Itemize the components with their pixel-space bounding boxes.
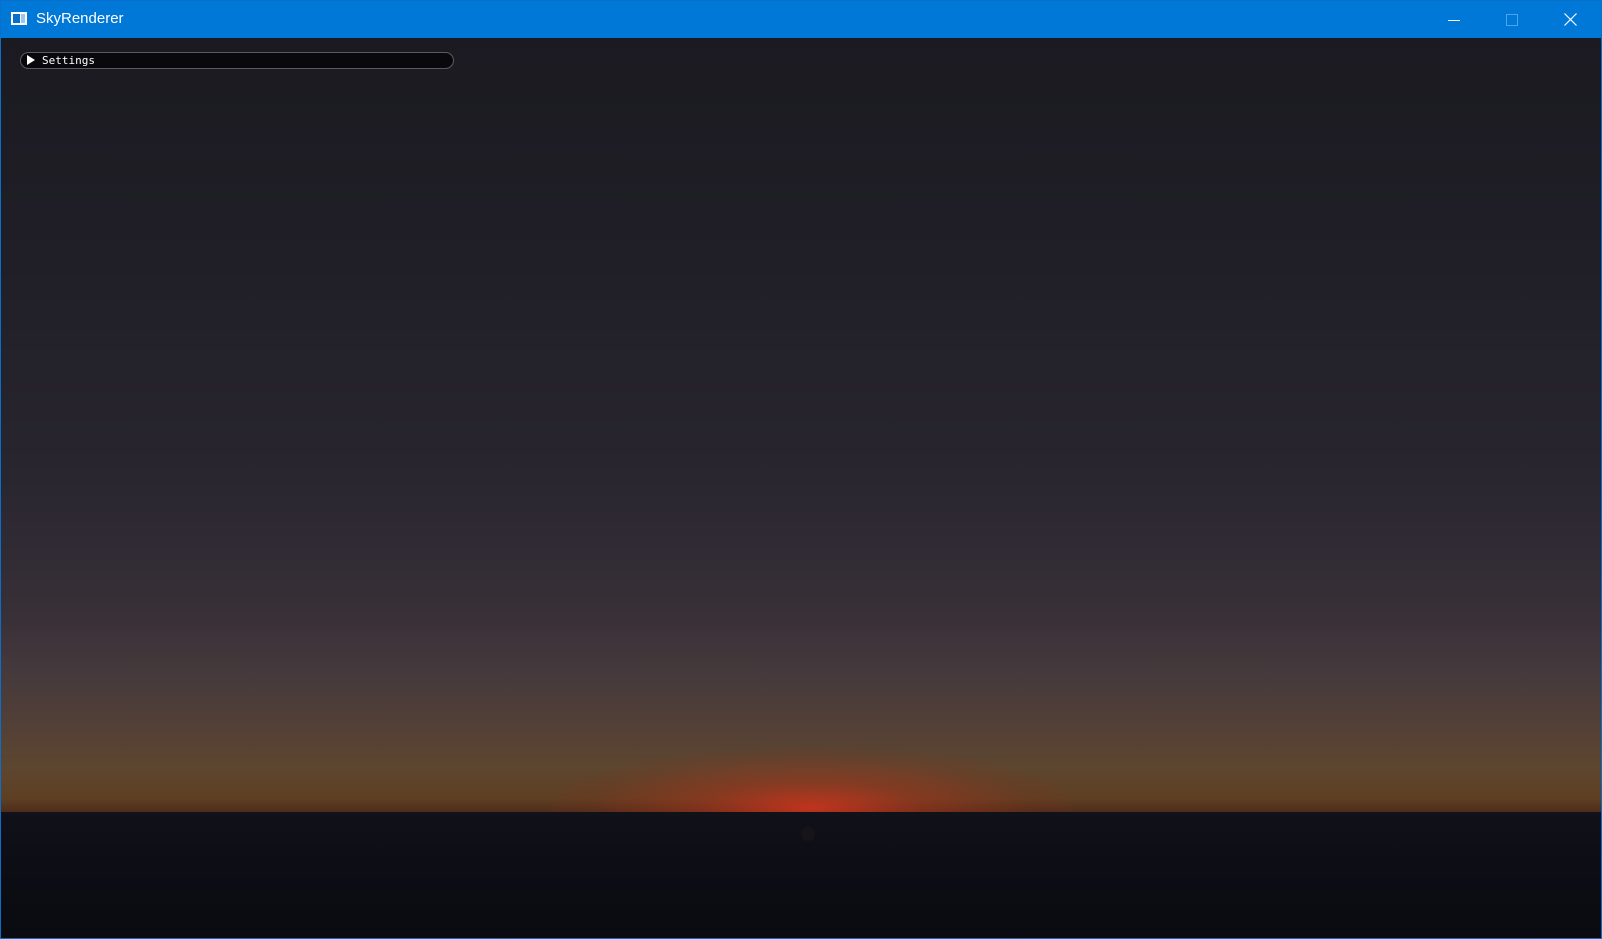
title-bar[interactable]: SkyRenderer [1, 1, 1601, 38]
app-window-icon [11, 12, 27, 25]
maximize-button[interactable] [1483, 1, 1541, 38]
sun-disc [801, 827, 815, 841]
settings-label: Settings [42, 54, 95, 67]
sky-render-viewport[interactable] [1, 38, 1601, 938]
app-window: SkyRenderer Settings [0, 0, 1602, 939]
close-icon [1563, 13, 1577, 26]
minimize-button[interactable] [1425, 1, 1483, 38]
minimize-icon [1448, 19, 1460, 21]
settings-collapsing-header[interactable]: Settings [20, 52, 454, 69]
close-button[interactable] [1541, 1, 1599, 38]
collapse-arrow-right-icon [27, 55, 35, 65]
window-title: SkyRenderer [36, 10, 124, 27]
maximize-icon [1506, 13, 1518, 26]
